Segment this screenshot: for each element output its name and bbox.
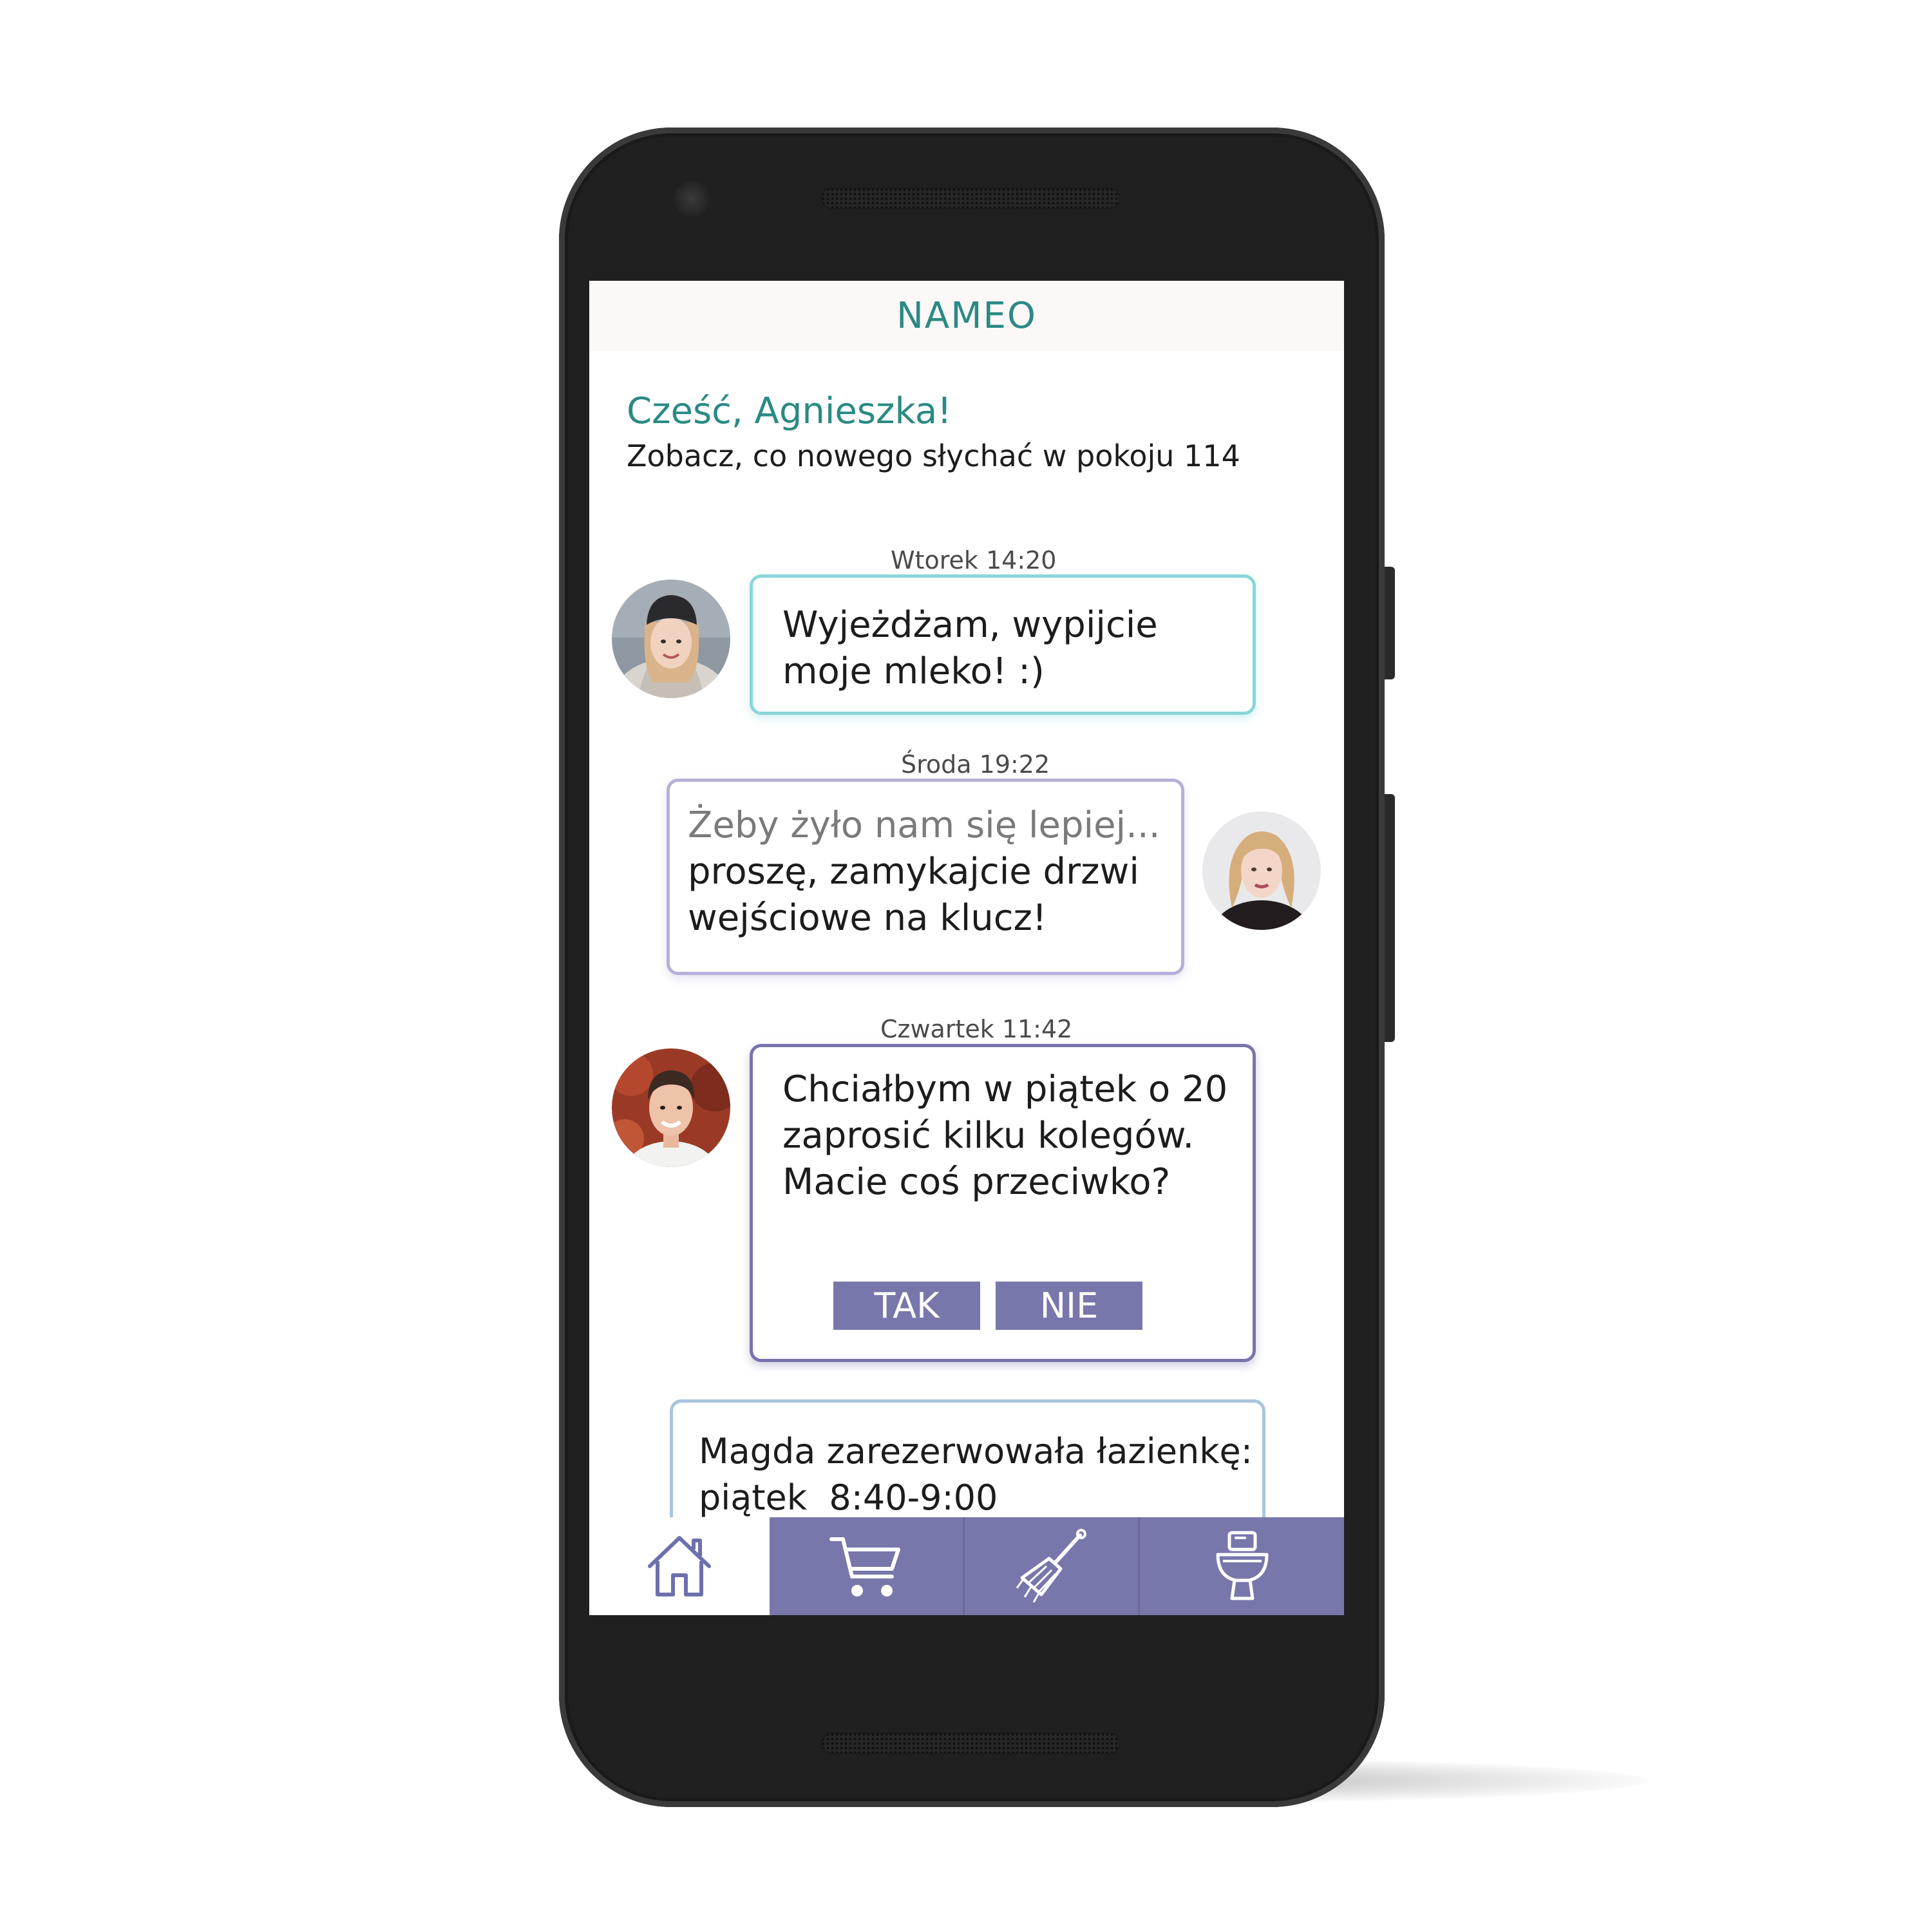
avatar[interactable]: [612, 580, 730, 698]
greeting-title: Cześć, Agnieszka!: [627, 390, 952, 432]
avatar[interactable]: [1202, 811, 1321, 930]
avatar-man-image: [612, 1048, 730, 1167]
cleaning-broom-icon: [1016, 1529, 1086, 1603]
shopping-cart-icon: [829, 1537, 900, 1596]
message-text: Chciałbym w piątek o 20 zaprosić kilku k…: [782, 1068, 1228, 1203]
toilet-icon: [1216, 1531, 1268, 1600]
message-bubble-poll: Chciałbym w piątek o 20 zaprosić kilku k…: [750, 1044, 1256, 1362]
avatar-woman-beanie-image: [612, 580, 730, 698]
message-bubble: Wyjeżdżam, wypijcie moje mleko! :): [750, 574, 1256, 715]
avatar-woman-blonde-image: [1202, 811, 1321, 930]
reservation-text: Magda zarezerwowała łazienkę: piątek 8:4…: [699, 1431, 1275, 1518]
nav-bathroom[interactable]: [1140, 1517, 1344, 1615]
app-header: NAMEO: [589, 281, 1344, 351]
nav-cleaning[interactable]: [965, 1517, 1140, 1615]
nav-shopping[interactable]: [770, 1517, 965, 1615]
message-timestamp: Czwartek 11:42: [880, 1015, 1073, 1043]
front-camera: [676, 184, 707, 214]
greeting-subtitle: Zobacz, co nowego słychać w pokoju 114: [627, 439, 1240, 473]
message-timestamp: Wtorek 14:20: [891, 546, 1057, 574]
poll-options: TAK NIE: [833, 1282, 1142, 1330]
poll-yes-button[interactable]: TAK: [833, 1282, 980, 1330]
nav-home[interactable]: [589, 1517, 770, 1615]
poll-no-button[interactable]: NIE: [996, 1282, 1142, 1330]
bottom-nav: [589, 1517, 1344, 1615]
message-text: Wyjeżdżam, wypijcie moje mleko! :): [782, 604, 1158, 692]
top-speaker-grille: [821, 187, 1121, 209]
bottom-speaker-grille: [821, 1732, 1121, 1754]
message-text-muted: Żeby żyło nam się lepiej...: [688, 804, 1160, 846]
avatar[interactable]: [612, 1048, 730, 1167]
message-bubble: Żeby żyło nam się lepiej... proszę, zamy…: [667, 779, 1184, 975]
message-timestamp: Środa 19:22: [901, 750, 1050, 779]
home-icon: [648, 1536, 711, 1596]
app-screen: NAMEO Cześć, Agnieszka! Zobacz, co noweg…: [589, 281, 1344, 1615]
app-title: NAMEO: [896, 295, 1037, 337]
message-text: proszę, zamykajcie drzwi wejściowe na kl…: [688, 851, 1139, 939]
